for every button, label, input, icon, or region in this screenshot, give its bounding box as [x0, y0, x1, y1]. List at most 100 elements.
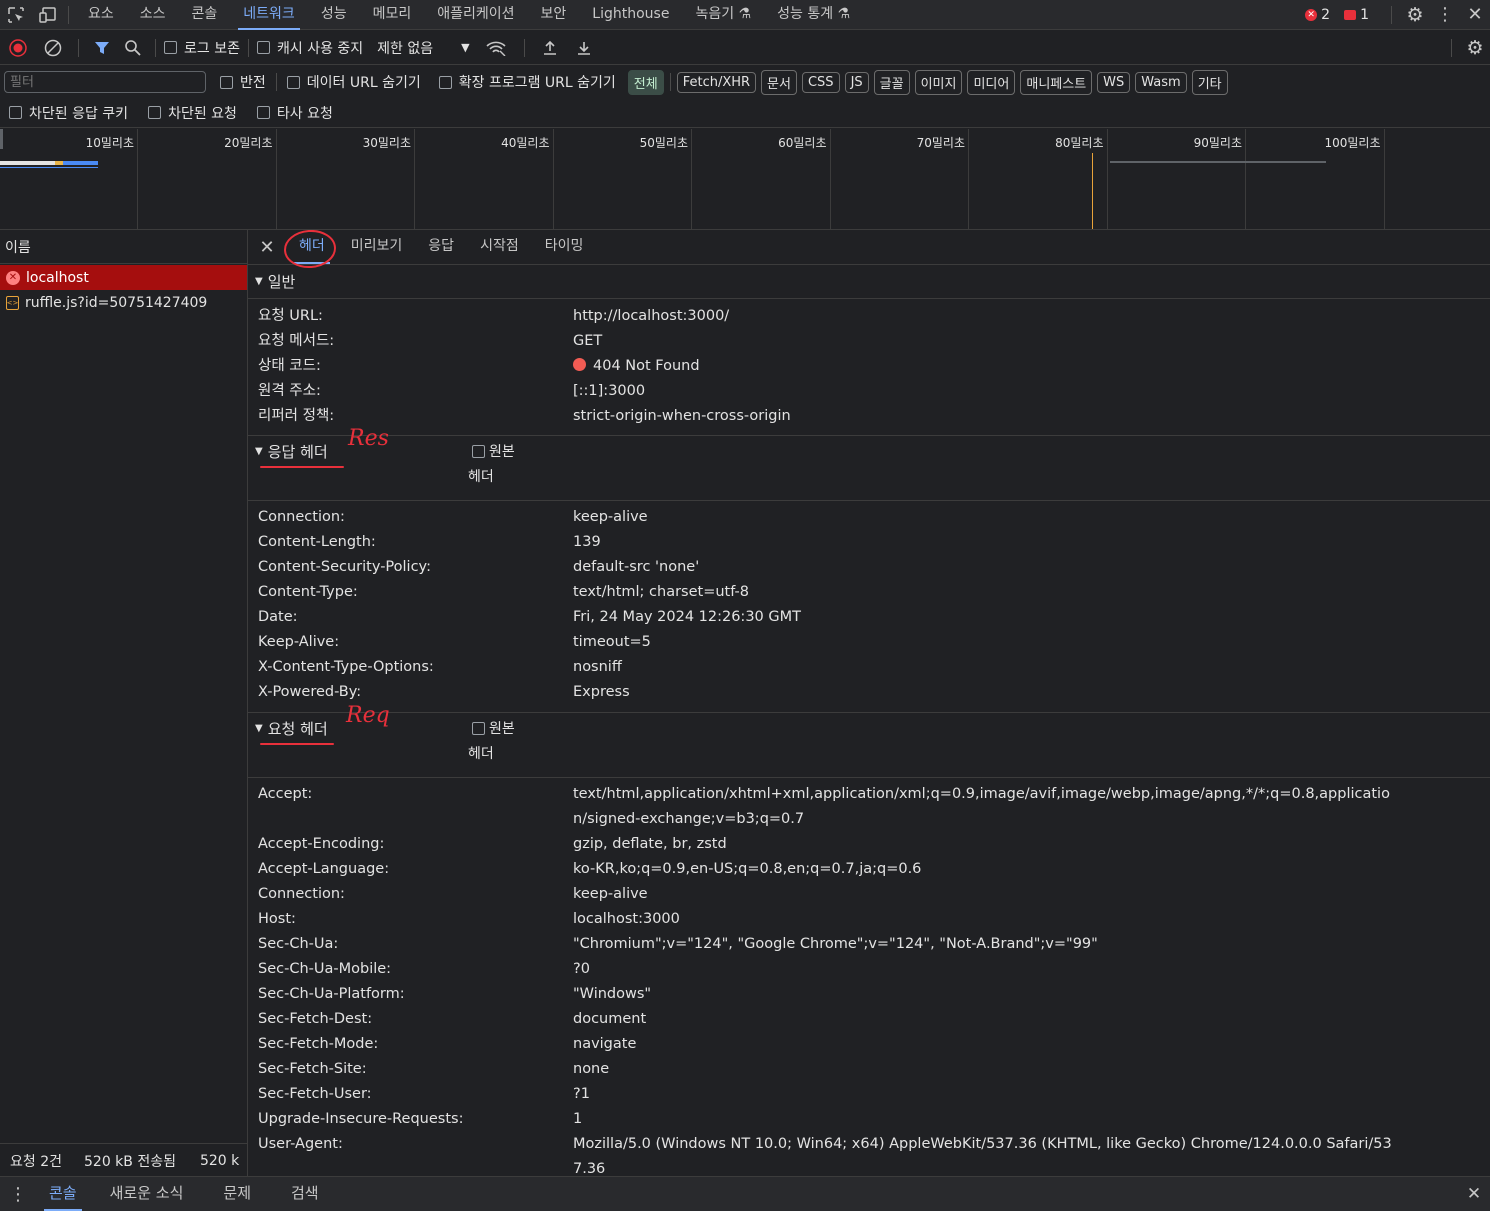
- request-headers-subtitle: 헤더: [468, 746, 494, 762]
- details-tab-1[interactable]: 미리보기: [338, 230, 416, 264]
- settings-gear-icon[interactable]: ⚙: [1400, 4, 1430, 26]
- timeline-bar-line: [0, 167, 98, 168]
- tab-1[interactable]: 소스: [127, 0, 179, 30]
- timeline-selection-handle[interactable]: [0, 129, 3, 149]
- tab-3[interactable]: 네트워크: [230, 0, 308, 30]
- header-row: Accept: text/html,application/xhtml+xml,a…: [248, 782, 1490, 832]
- header-value: navigate: [573, 1036, 637, 1052]
- tab-0[interactable]: 요소: [75, 0, 127, 30]
- expand-triangle-icon: ▼: [255, 722, 263, 734]
- invert-checkbox[interactable]: 반전: [220, 72, 266, 92]
- inspect-element-icon[interactable]: [0, 0, 32, 30]
- general-section-header[interactable]: ▼ 일반: [248, 265, 1490, 299]
- header-name: Date:: [258, 609, 298, 625]
- tab-4[interactable]: 성능: [308, 0, 360, 30]
- type-filter-1[interactable]: Fetch/XHR: [676, 71, 757, 93]
- header-value: 404 Not Found: [573, 354, 1490, 379]
- tab-7[interactable]: 보안: [528, 0, 580, 30]
- timeline-tick: 30밀리초: [363, 129, 415, 229]
- header-row: Sec-Ch-Ua-Platform: "Windows": [248, 982, 1490, 1007]
- type-filter-4[interactable]: JS: [844, 71, 869, 93]
- type-filter-7[interactable]: 미디어: [967, 69, 1016, 95]
- network-conditions-wifi-icon[interactable]: [476, 40, 516, 56]
- error-counter[interactable]: ✕ 2: [1305, 7, 1330, 23]
- type-filter-5[interactable]: 글꼴: [873, 69, 910, 95]
- response-raw-checkbox[interactable]: 원본: [472, 436, 515, 466]
- name-column-header[interactable]: 이름: [0, 230, 247, 264]
- blocked-requests-checkbox[interactable]: 차단된 요청: [148, 103, 237, 123]
- export-har-download-icon[interactable]: [567, 40, 601, 56]
- tab-label: 성능: [320, 5, 347, 22]
- type-filter-2[interactable]: 문서: [761, 69, 797, 95]
- details-tab-3[interactable]: 시작점: [467, 230, 532, 264]
- header-name: User-Agent:: [258, 1136, 343, 1152]
- type-filter-0[interactable]: 전체: [627, 69, 664, 95]
- header-row: X-Powered-By: Express: [248, 680, 1490, 705]
- type-filter-8[interactable]: 매니페스트: [1020, 69, 1093, 95]
- request-headers-section-header[interactable]: ▼ 요청 헤더 원본 헤더 Req: [248, 703, 1490, 778]
- request-row[interactable]: ✕ localhost: [0, 265, 247, 290]
- header-row: Sec-Fetch-Site: none: [248, 1057, 1490, 1082]
- issue-counter[interactable]: 1: [1344, 7, 1369, 23]
- type-filter-10[interactable]: Wasm: [1135, 71, 1187, 93]
- tab-9[interactable]: 녹음기 ⚗: [682, 0, 764, 30]
- type-filter-6[interactable]: 이미지: [914, 69, 963, 95]
- drawer-tab-2[interactable]: 문제: [203, 1178, 271, 1211]
- blocked-response-cookies-checkbox[interactable]: 차단된 응답 쿠키: [9, 103, 128, 123]
- hide-data-urls-checkbox[interactable]: 데이터 URL 숨기기: [286, 72, 421, 92]
- divider: [669, 73, 671, 91]
- import-har-upload-icon[interactable]: [533, 40, 567, 56]
- blocked-requests-label: 차단된 요청: [168, 105, 237, 122]
- header-row: X-Content-Type-Options: nosniff: [248, 655, 1490, 680]
- drawer-tab-3[interactable]: 검색: [271, 1178, 339, 1211]
- drawer-tab-1[interactable]: 새로운 소식: [90, 1178, 204, 1211]
- preserve-log-checkbox[interactable]: 로그 보존: [164, 38, 240, 58]
- timeline-tick: 90밀리초: [1194, 129, 1246, 229]
- request-row[interactable]: <> ruffle.js?id=50751427409: [0, 290, 247, 315]
- tab-10[interactable]: 성능 통계 ⚗: [764, 0, 863, 30]
- close-drawer-icon[interactable]: ✕: [1462, 1184, 1486, 1204]
- record-stop-icon[interactable]: [0, 38, 36, 57]
- timeline-tick: 70밀리초: [917, 129, 969, 229]
- header-name: Connection:: [258, 886, 345, 902]
- type-filter-11[interactable]: 기타: [1191, 69, 1228, 95]
- tab-6[interactable]: 애플리케이션: [424, 0, 527, 30]
- request-headers-title: 요청 헤더: [267, 719, 328, 738]
- more-options-icon[interactable]: ⋮: [1430, 4, 1460, 25]
- filter-icon[interactable]: [87, 40, 117, 56]
- tab-label: 성능 통계: [777, 5, 834, 22]
- tab-label: 콘솔: [191, 5, 218, 22]
- drawer-menu-icon[interactable]: ⋮: [0, 1184, 36, 1205]
- hide-extension-urls-checkbox[interactable]: 확장 프로그램 URL 숨기기: [438, 72, 616, 92]
- third-party-requests-checkbox[interactable]: 타사 요청: [256, 103, 333, 123]
- header-name: 요청 URL:: [258, 308, 323, 324]
- type-filter-9[interactable]: WS: [1097, 71, 1131, 93]
- details-tab-4[interactable]: 타이밍: [532, 230, 597, 264]
- header-value: "Chromium";v="124", "Google Chrome";v="1…: [573, 936, 1098, 952]
- close-devtools-icon[interactable]: ✕: [1460, 4, 1490, 25]
- network-settings-gear-icon[interactable]: ⚙: [1460, 37, 1490, 59]
- tab-8[interactable]: Lighthouse: [579, 0, 682, 30]
- drawer-tab-0[interactable]: 콘솔: [36, 1178, 90, 1211]
- device-toolbar-icon[interactable]: [32, 0, 64, 30]
- throttling-select[interactable]: 제한 없음 ▼: [377, 38, 469, 58]
- tick-label: 10밀리초: [85, 136, 134, 150]
- disable-cache-checkbox[interactable]: 캐시 사용 중지: [256, 38, 363, 58]
- request-raw-checkbox[interactable]: 원본: [472, 713, 515, 743]
- response-headers-section-header[interactable]: ▼ 응답 헤더 원본 헤더 Res: [248, 426, 1490, 501]
- tick-label: 30밀리초: [362, 136, 411, 150]
- filter-input[interactable]: [4, 71, 206, 93]
- clear-icon[interactable]: [36, 39, 70, 57]
- network-timeline-overview[interactable]: 10밀리초 20밀리초 30밀리초 40밀리초 50밀리초 60밀리초 70밀리초 80밀리초…: [0, 129, 1490, 230]
- details-tab-2[interactable]: 응답: [415, 230, 467, 264]
- tab-2[interactable]: 콘솔: [179, 0, 231, 30]
- timeline-bar-document: [0, 161, 55, 165]
- response-headers-subtitle: 헤더: [468, 469, 494, 485]
- invert-label: 반전: [240, 75, 266, 91]
- search-icon[interactable]: [117, 39, 147, 56]
- transferred-size: 520 kB 전송됨: [84, 1154, 176, 1170]
- tab-5[interactable]: 메모리: [360, 0, 425, 30]
- type-filter-3[interactable]: CSS: [801, 71, 840, 93]
- header-value: localhost:3000: [573, 911, 680, 927]
- header-name: Host:: [258, 911, 296, 927]
